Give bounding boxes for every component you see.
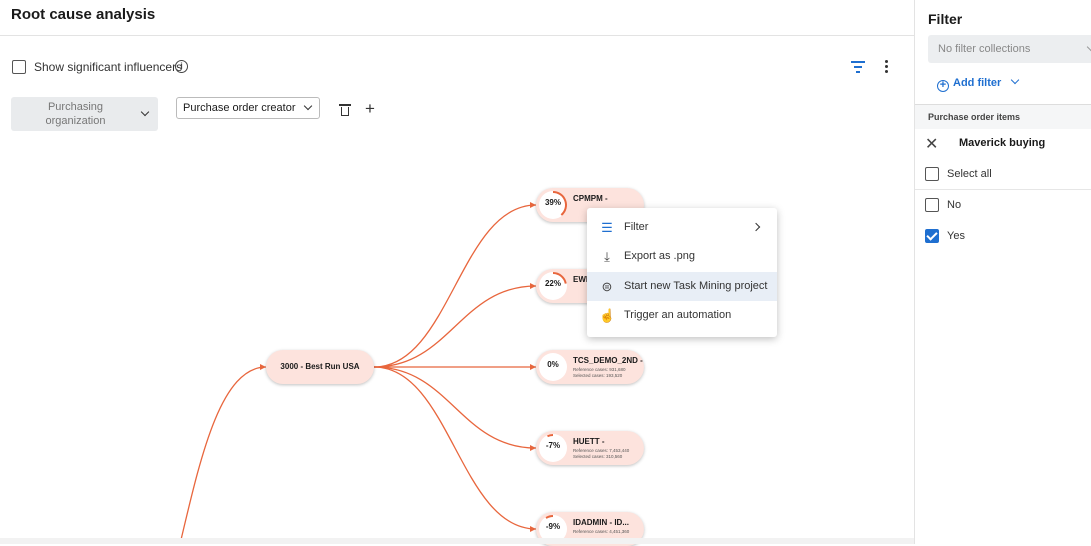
- child-node[interactable]: 0% TCS_DEMO_2ND - Reference cases: 931,680…: [536, 350, 644, 384]
- edge: [373, 204, 537, 368]
- selected-cases: Selected cases: 193,520: [573, 373, 623, 378]
- root-cause-analysis-view: Root cause analysis Show significant inf…: [0, 0, 914, 546]
- filter-panel-title: Filter: [928, 11, 963, 27]
- menu-item-filter[interactable]: ☰ Filter: [587, 213, 777, 242]
- chevron-down-icon: [1011, 75, 1020, 85]
- node-name: HUETT -: [573, 437, 605, 446]
- close-icon[interactable]: ✕: [925, 134, 938, 154]
- context-menu: ☰ Filter ⤓ Export as .png ⊜ Start new Ta…: [587, 208, 777, 337]
- child-node[interactable]: -7% HUETT - Reference cases: 7,453,440 Sele…: [536, 431, 644, 465]
- chevron-down-icon: [1086, 42, 1091, 52]
- menu-item-label: Export as .png: [624, 250, 695, 262]
- edge: [373, 366, 537, 530]
- option-no-label: No: [947, 199, 962, 211]
- dropdown-label: No filter collections: [938, 43, 1031, 55]
- divider: [915, 189, 1091, 190]
- option-yes-checkbox[interactable]: [925, 229, 939, 243]
- select-all-checkbox[interactable]: [925, 167, 939, 181]
- node-name: CPMPM -: [573, 194, 608, 203]
- reference-cases: Reference cases: 931,680: [573, 367, 626, 372]
- filter-name: Maverick buying: [959, 137, 1046, 149]
- menu-item-trigger-automation[interactable]: ☝ Trigger an automation: [587, 301, 777, 330]
- reference-cases: Reference cases: 7,453,440: [573, 448, 630, 453]
- option-no-checkbox[interactable]: [925, 198, 939, 212]
- node-name: TCS_DEMO_2ND -: [573, 356, 643, 365]
- node-name: IDADMIN - ID...: [573, 518, 629, 527]
- filter-collections-dropdown[interactable]: No filter collections: [928, 35, 1091, 63]
- menu-item-export-png[interactable]: ⤓ Export as .png: [587, 242, 777, 271]
- menu-item-label: Filter: [624, 221, 649, 233]
- incoming-edge: [179, 366, 267, 544]
- plus-circle-icon: +: [937, 80, 949, 92]
- option-yes-label: Yes: [947, 230, 965, 242]
- filter-icon: ☰: [601, 220, 613, 235]
- reference-cases: Reference cases: 4,451,360: [573, 529, 630, 534]
- selected-cases: Selected cases: 310,560: [573, 454, 623, 459]
- touch-icon: ☝: [599, 308, 616, 323]
- task-mining-icon: ⊜: [601, 279, 613, 294]
- node-percentage: -7%: [545, 441, 561, 450]
- menu-item-start-task-mining[interactable]: ⊜ Start new Task Mining project: [587, 272, 777, 301]
- horizontal-scrollbar[interactable]: [0, 538, 914, 544]
- menu-item-label: Start new Task Mining project: [624, 280, 768, 292]
- root-node[interactable]: 3000 - Best Run USA: [266, 350, 374, 384]
- node-percentage: 0%: [547, 360, 559, 369]
- select-all-label: Select all: [947, 168, 992, 180]
- filter-panel: Filter No filter collections + Add filter…: [914, 0, 1091, 544]
- node-percentage: -9%: [545, 522, 561, 531]
- node-percentage: 39%: [544, 198, 561, 207]
- edge: [373, 366, 537, 449]
- add-filter-button[interactable]: + Add filter: [937, 75, 1020, 92]
- node-percentage: 22%: [544, 279, 561, 288]
- download-icon: ⤓: [604, 249, 610, 264]
- chevron-right-icon: [751, 222, 761, 232]
- section-header: Purchase order items: [915, 105, 1091, 129]
- add-filter-label: Add filter: [953, 77, 1002, 89]
- edge: [373, 285, 537, 368]
- menu-item-label: Trigger an automation: [624, 309, 732, 321]
